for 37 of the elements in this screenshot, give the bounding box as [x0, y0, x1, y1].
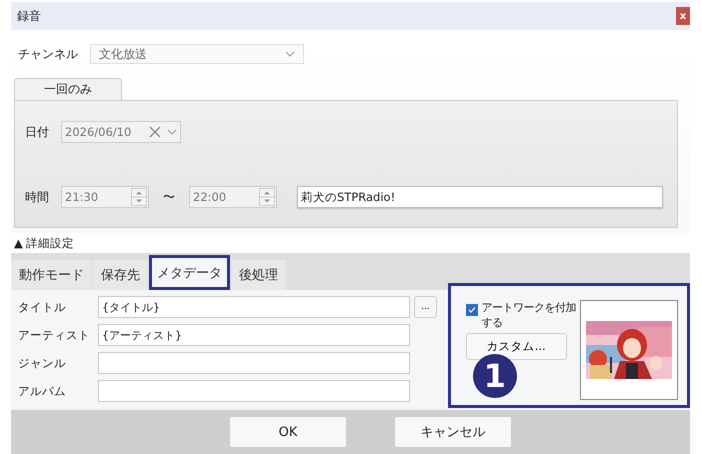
field-label: チャンネル	[18, 46, 79, 62]
tab[interactable]: 後処理	[231, 260, 286, 290]
details-toggle[interactable]: ▲ 詳細設定	[11, 233, 690, 254]
field-label: タイトル	[18, 300, 67, 314]
chevron-icon	[285, 51, 295, 57]
browse-button[interactable]: ...	[414, 296, 437, 318]
tab[interactable]: 保存先	[93, 260, 148, 290]
dialog-button[interactable]: キャンセル	[394, 416, 512, 448]
spin-icon[interactable]	[259, 188, 275, 206]
chevron-icon	[167, 129, 177, 135]
field-label: 日付	[25, 124, 50, 140]
clear-icon[interactable]	[149, 126, 161, 138]
end-time-field[interactable]: 22:00	[189, 186, 277, 208]
callout-badge: 1	[472, 354, 517, 398]
range-separator: 〜	[162, 188, 176, 206]
field-label: 時間	[25, 188, 50, 206]
field-label: アーティスト	[18, 328, 91, 342]
tab[interactable]: 動作モード	[11, 260, 92, 290]
close-button[interactable]: x	[676, 7, 690, 25]
field-label: ジャンル	[18, 356, 67, 370]
spin-icon[interactable]	[131, 188, 147, 206]
window-title: 録音	[17, 8, 41, 24]
checkbox[interactable]	[466, 304, 478, 316]
dialog-button[interactable]: OK	[229, 416, 347, 448]
field-label: アルバム	[18, 384, 67, 398]
text-field[interactable]	[98, 352, 410, 374]
start-time-field[interactable]: 21:30	[61, 186, 149, 208]
schedule-tab[interactable]: 一回のみ	[14, 78, 122, 100]
date-picker[interactable]: 2026/06/10	[61, 121, 181, 143]
channel-dropdown[interactable]: 文化放送	[90, 44, 304, 64]
text-field[interactable]: {タイトル}	[98, 296, 410, 318]
program-title-field[interactable]: 莉犬のSTPRadio!	[297, 186, 663, 208]
custom-button[interactable]: カスタム...	[466, 333, 567, 360]
checkbox-label: アートワークを付加する	[482, 300, 578, 330]
text-field[interactable]: {アーティスト}	[98, 324, 410, 346]
text-field[interactable]	[98, 380, 410, 402]
tab[interactable]: メタデータ	[149, 255, 230, 290]
